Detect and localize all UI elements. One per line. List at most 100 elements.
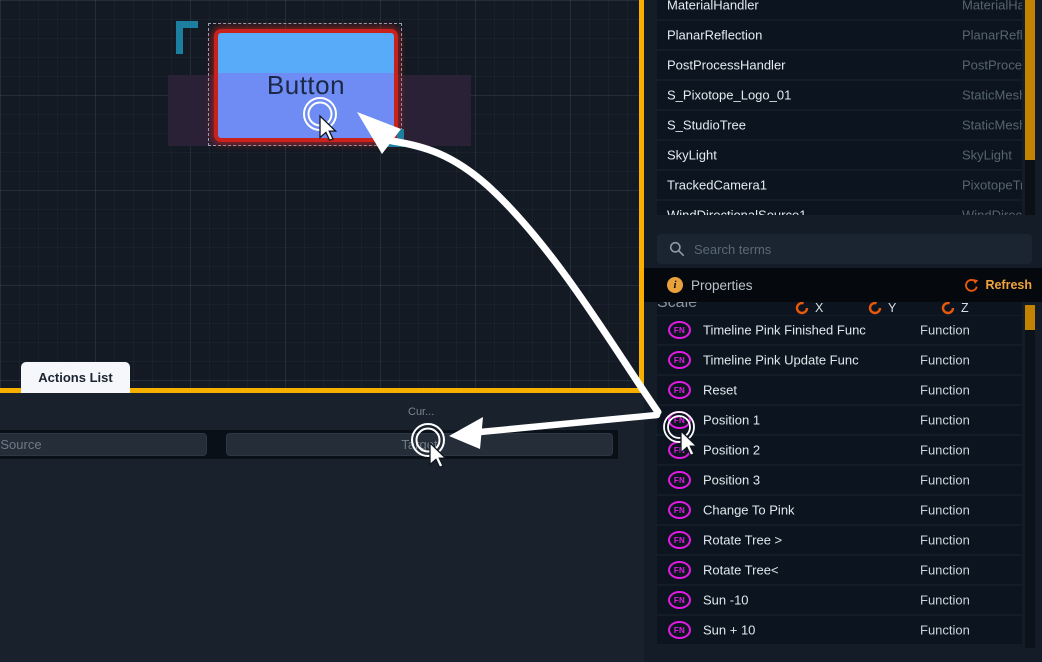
info-icon: i [667, 277, 683, 293]
scale-property-row-clipped[interactable]: Scale X Y Z [657, 302, 1022, 315]
refresh-icon [964, 278, 979, 293]
actor-name: WindDirectionalSource1 [667, 208, 806, 216]
actor-row[interactable]: PostProcessHandler PostProcessH... [657, 51, 1022, 79]
reset-icon [941, 302, 955, 315]
fn-badge-icon[interactable]: FN [668, 441, 691, 459]
refresh-button[interactable]: Refresh [964, 278, 1032, 293]
function-row[interactable]: FN Sun + 10 Function [657, 616, 1022, 644]
axis-letter: X [815, 302, 823, 315]
actor-name: TrackedCamera1 [667, 178, 767, 193]
search-box[interactable] [657, 234, 1032, 264]
function-type: Function [920, 323, 970, 338]
actor-name: SkyLight [667, 148, 717, 163]
function-row[interactable]: FN Timeline Pink Update Func Function [657, 346, 1022, 374]
function-type: Function [920, 383, 970, 398]
function-row[interactable]: FN Timeline Pink Finished Func Function [657, 316, 1022, 344]
function-row[interactable]: FN Position 2 Function [657, 436, 1022, 464]
scale-label: Scale [657, 302, 697, 311]
actor-row[interactable]: TrackedCamera1 PixotopeTrack... [657, 171, 1022, 199]
fn-badge-icon[interactable]: FN [668, 351, 691, 369]
function-row-position-1[interactable]: FN Position 1 Function [657, 406, 1022, 434]
actor-row[interactable]: PlanarReflection PlanarReflecti... [657, 21, 1022, 49]
properties-title: Properties [691, 278, 753, 293]
actor-row[interactable]: SkyLight SkyLight [657, 141, 1022, 169]
target-input[interactable] [226, 433, 613, 456]
fn-badge-icon[interactable]: FN [668, 621, 691, 639]
axis-letter: Z [961, 302, 969, 315]
actor-row[interactable]: S_StudioTree StaticMeshAc... [657, 111, 1022, 139]
function-name: Position 3 [703, 473, 760, 488]
reset-icon [795, 302, 809, 315]
actor-type: PixotopeTrack... [962, 178, 1022, 193]
actor-type: SkyLight [962, 148, 1012, 163]
canvas-viewport[interactable]: Button [0, 0, 644, 393]
reset-icon [868, 302, 882, 315]
function-row[interactable]: FN Sun -10 Function [657, 586, 1022, 614]
tab-actions-list[interactable]: Actions List [21, 362, 130, 393]
canvas-button-widget[interactable]: Button [214, 29, 398, 142]
function-name: Reset [703, 383, 737, 398]
function-type: Function [920, 593, 970, 608]
actor-name: PlanarReflection [667, 28, 762, 43]
scrollbar-thumb[interactable] [1025, 0, 1035, 160]
function-type: Function [920, 473, 970, 488]
selection-bracket-topleft-icon [176, 21, 198, 54]
refresh-label: Refresh [985, 278, 1032, 292]
properties-header: i Properties Refresh [644, 268, 1042, 302]
scale-axis-y[interactable]: Y [868, 302, 896, 315]
fn-badge-icon[interactable]: FN [668, 561, 691, 579]
actor-row[interactable]: WindDirectionalSource1 WindDirectiona... [657, 201, 1022, 215]
actor-type: PostProcessH... [962, 58, 1022, 73]
function-type: Function [920, 533, 970, 548]
function-type: Function [920, 623, 970, 638]
fn-badge-icon[interactable]: FN [668, 501, 691, 519]
actor-type: WindDirectiona... [962, 208, 1022, 216]
fn-badge-icon[interactable]: FN [668, 321, 691, 339]
actor-row[interactable]: MaterialHandler MaterialHandl... [657, 0, 1022, 19]
actor-type: StaticMeshAc... [962, 88, 1022, 103]
function-row[interactable]: FN Change To Pink Function [657, 496, 1022, 524]
actor-type: PlanarReflecti... [962, 28, 1022, 43]
function-row[interactable]: FN Rotate Tree< Function [657, 556, 1022, 584]
actor-row[interactable]: S_Pixotope_Logo_01 StaticMeshAc... [657, 81, 1022, 109]
fn-badge-icon[interactable]: FN [668, 531, 691, 549]
function-name: Timeline Pink Update Func [703, 353, 859, 368]
function-name: Position 1 [703, 413, 760, 428]
function-name: Rotate Tree< [703, 563, 779, 578]
search-icon [669, 241, 685, 257]
function-name: Timeline Pink Finished Func [703, 323, 866, 338]
actor-type: StaticMeshAc... [962, 118, 1022, 133]
actor-name: MaterialHandler [667, 0, 759, 13]
actor-name: PostProcessHandler [667, 58, 786, 73]
actor-list-scrollbar[interactable] [1025, 0, 1035, 215]
function-type: Function [920, 413, 970, 428]
target-column-label: Cur... [408, 406, 434, 418]
search-input[interactable] [694, 242, 1032, 257]
function-type: Function [920, 443, 970, 458]
function-row[interactable]: FN Position 3 Function [657, 466, 1022, 494]
function-list: FN Timeline Pink Finished Func Function … [657, 316, 1022, 646]
function-type: Function [920, 563, 970, 578]
axis-letter: Y [888, 302, 896, 315]
fn-badge-icon[interactable]: FN [668, 381, 691, 399]
actor-name: S_Pixotope_Logo_01 [667, 88, 791, 103]
scale-axis-z[interactable]: Z [941, 302, 969, 315]
scrollbar-thumb[interactable] [1025, 305, 1035, 330]
function-name: Change To Pink [703, 503, 795, 518]
function-name: Rotate Tree > [703, 533, 782, 548]
properties-scrollbar[interactable] [1025, 305, 1035, 648]
function-name: Sun + 10 [703, 623, 755, 638]
function-row[interactable]: FN Reset Function [657, 376, 1022, 404]
source-input[interactable] [0, 433, 207, 456]
selection-bracket-bottomright-icon [386, 129, 404, 147]
actor-type: MaterialHandl... [962, 0, 1022, 13]
actor-name: S_StudioTree [667, 118, 746, 133]
function-name: Sun -10 [703, 593, 749, 608]
function-name: Position 2 [703, 443, 760, 458]
fn-badge-icon[interactable]: FN [668, 411, 691, 429]
function-row[interactable]: FN Rotate Tree > Function [657, 526, 1022, 554]
fn-badge-icon[interactable]: FN [668, 591, 691, 609]
fn-badge-icon[interactable]: FN [668, 471, 691, 489]
scale-axis-x[interactable]: X [795, 302, 823, 315]
actor-list: MaterialHandler MaterialHandl... PlanarR… [657, 0, 1022, 215]
